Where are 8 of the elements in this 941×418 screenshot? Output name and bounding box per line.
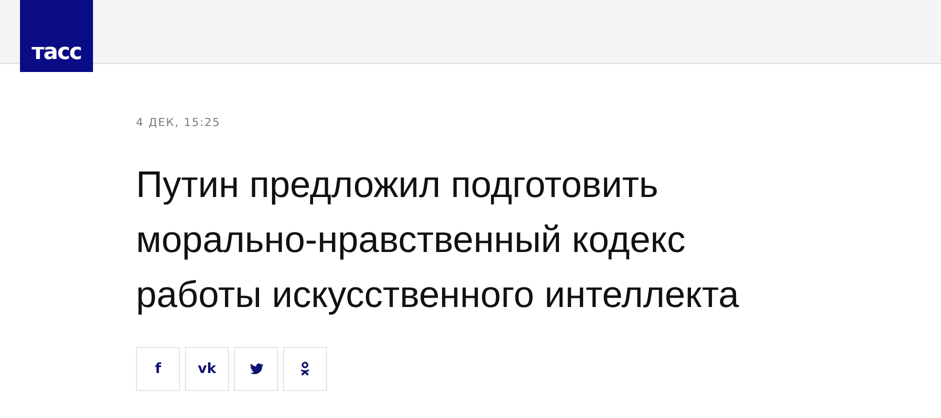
share-button[interactable]: f bbox=[136, 347, 180, 391]
article-headline: Путин предложил подготовить морально-нравственный кодекс работы искусственного интеллекта bbox=[136, 163, 740, 317]
share-button[interactable]: vk bbox=[185, 347, 229, 391]
share-button[interactable] bbox=[283, 347, 327, 391]
logo[interactable]: тасс bbox=[20, 0, 93, 72]
bird-icon bbox=[248, 361, 264, 377]
article-date: 4 ДЕК, 15:25 bbox=[136, 116, 222, 129]
share-button[interactable] bbox=[234, 347, 278, 391]
